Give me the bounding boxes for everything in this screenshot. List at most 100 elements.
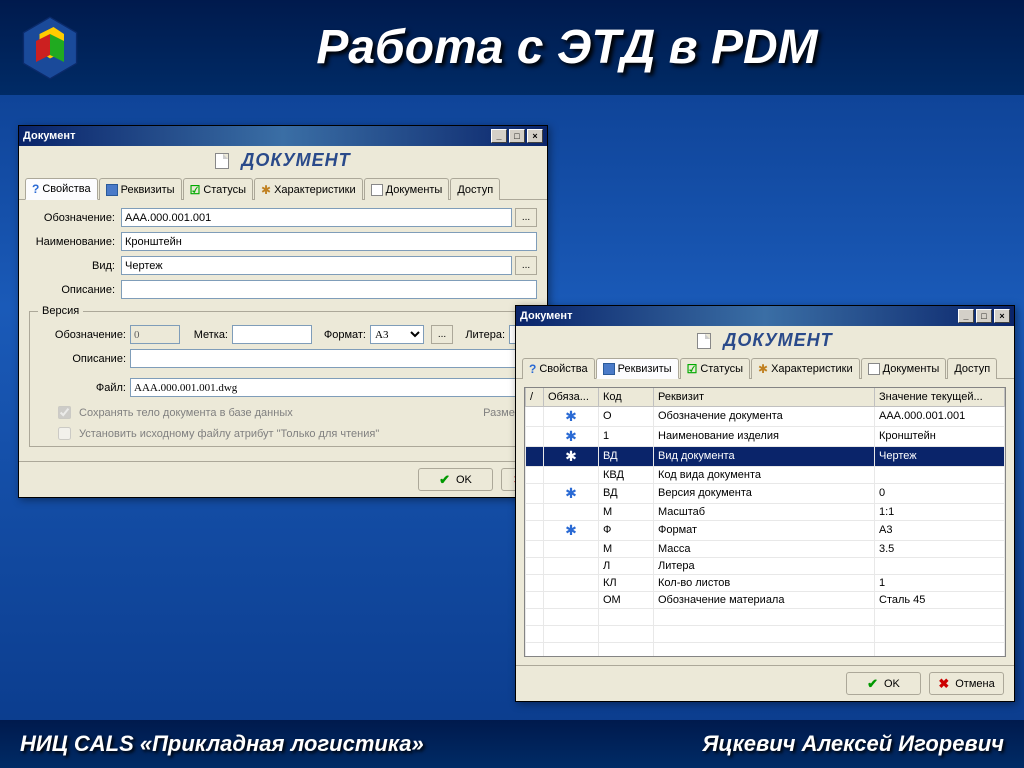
close-button[interactable]: × <box>994 309 1010 323</box>
table-row[interactable]: ✱ФФорматА3 <box>526 520 1005 540</box>
col-mandatory[interactable]: Обяза... <box>544 388 599 406</box>
name-input[interactable] <box>121 232 537 251</box>
mark-input[interactable] <box>232 325 312 344</box>
kind-browse-button[interactable]: ... <box>515 256 537 275</box>
list-icon <box>603 363 615 375</box>
cancel-button[interactable]: ✖Отмена <box>929 672 1004 695</box>
save-body-label: Сохранять тело документа в базе данных <box>79 407 293 419</box>
table-row[interactable]: КВДКод вида документа <box>526 466 1005 483</box>
page-icon <box>868 363 880 375</box>
close-icon: ✖ <box>938 676 949 692</box>
slide-footer: НИЦ CALS «Прикладная логистика» Яцкевич … <box>0 720 1024 768</box>
tab-documents[interactable]: Документы <box>364 178 450 200</box>
question-icon: ? <box>529 362 536 376</box>
slide-title: Работа с ЭТД в PDM <box>125 20 1009 75</box>
panel-requisites: / Обяза... Код Реквизит Значение текущей… <box>516 379 1014 665</box>
document-icon <box>697 333 711 349</box>
panel-properties: Обозначение: ... Наименование: Вид: ... … <box>19 200 547 461</box>
kind-input[interactable] <box>121 256 512 275</box>
page-icon <box>371 184 383 196</box>
ver-description-label: Описание: <box>38 353 126 365</box>
table-row[interactable]: ✱ООбозначение документаААА.000.001.001 <box>526 406 1005 426</box>
check-icon: ☑ <box>190 183 201 197</box>
list-icon <box>106 184 118 196</box>
document-header: ДОКУМЕНТ <box>19 146 547 175</box>
tab-characteristics[interactable]: ✱Характеристики <box>254 178 363 200</box>
tab-properties[interactable]: ?Свойства <box>522 358 595 379</box>
footer-left: НИЦ CALS «Прикладная логистика» <box>20 731 424 757</box>
tabs: ?Свойства Реквизиты ☑Статусы ✱Характерис… <box>516 355 1014 379</box>
description-input[interactable] <box>121 280 537 299</box>
tab-access[interactable]: Доступ <box>450 178 500 200</box>
footer-right: Яцкевич Алексей Игоревич <box>702 731 1004 757</box>
tab-documents[interactable]: Документы <box>861 358 947 379</box>
format-label: Формат: <box>316 329 366 341</box>
save-body-checkbox <box>58 406 71 419</box>
tab-statuses[interactable]: ☑Статусы <box>680 358 750 379</box>
button-row: ✔OK ✖ <box>19 461 547 497</box>
mark-label: Метка: <box>184 329 228 341</box>
ok-button[interactable]: ✔OK <box>418 468 493 491</box>
file-input[interactable] <box>130 378 559 397</box>
maximize-button[interactable]: □ <box>976 309 992 323</box>
maximize-button[interactable]: □ <box>509 129 525 143</box>
readonly-attr-checkbox <box>58 427 71 440</box>
col-requisite[interactable]: Реквизит <box>654 388 875 406</box>
ver-designation-input[interactable] <box>130 325 180 344</box>
designation-browse-button[interactable]: ... <box>515 208 537 227</box>
format-select[interactable]: А3 <box>370 325 424 344</box>
titlebar[interactable]: Документ _ □ × <box>19 126 547 146</box>
window-title: Документ <box>520 310 572 322</box>
tab-access[interactable]: Доступ <box>947 358 997 379</box>
table-row[interactable]: ✱ВДВид документаЧертеж <box>526 446 1005 466</box>
tab-characteristics[interactable]: ✱Характеристики <box>751 358 860 379</box>
window-title: Документ <box>23 130 75 142</box>
window-document-properties: Документ _ □ × ДОКУМЕНТ ?Свойства Реквиз… <box>18 125 548 498</box>
tab-requisites[interactable]: Реквизиты <box>99 178 182 200</box>
designation-label: Обозначение: <box>29 212 121 224</box>
readonly-attr-label: Установить исходному файлу атрибут "Толь… <box>79 428 379 440</box>
name-label: Наименование: <box>29 236 121 248</box>
gear-icon: ✱ <box>758 362 768 376</box>
titlebar[interactable]: Документ _ □ × <box>516 306 1014 326</box>
litera-label: Литера: <box>457 329 505 341</box>
table-row[interactable]: ✱ВДВерсия документа0 <box>526 483 1005 503</box>
file-label: Файл: <box>38 382 126 394</box>
table-row[interactable] <box>526 608 1005 625</box>
tab-requisites[interactable]: Реквизиты <box>596 358 679 379</box>
table-row[interactable]: ММасса3.5 <box>526 540 1005 557</box>
description-label: Описание: <box>29 284 121 296</box>
table-row[interactable]: ЛЛитера <box>526 557 1005 574</box>
minimize-button[interactable]: _ <box>491 129 507 143</box>
question-icon: ? <box>32 182 39 196</box>
version-legend: Версия <box>38 305 83 317</box>
requisites-grid[interactable]: / Обяза... Код Реквизит Значение текущей… <box>524 387 1006 657</box>
table-row[interactable]: ММасштаб1:1 <box>526 503 1005 520</box>
table-row[interactable]: ОМОбозначение материалаСталь 45 <box>526 591 1005 608</box>
close-button[interactable]: × <box>527 129 543 143</box>
button-row: ✔OK ✖Отмена <box>516 665 1014 701</box>
ver-designation-label: Обозначение: <box>38 329 126 341</box>
slide-header: Работа с ЭТД в PDM <box>0 0 1024 95</box>
document-icon <box>215 153 229 169</box>
minimize-button[interactable]: _ <box>958 309 974 323</box>
ok-button[interactable]: ✔OK <box>846 672 921 695</box>
tabs: ?Свойства Реквизиты ☑Статусы ✱Характерис… <box>19 175 547 200</box>
check-icon: ✔ <box>867 676 878 692</box>
window-document-requisites: Документ _ □ × ДОКУМЕНТ ?Свойства Реквиз… <box>515 305 1015 702</box>
version-fieldset: Версия Обозначение: Метка: Формат: А3 ..… <box>29 305 597 447</box>
check-icon: ☑ <box>687 362 698 376</box>
gear-icon: ✱ <box>261 183 271 197</box>
col-value[interactable]: Значение текущей... <box>875 388 1005 406</box>
tab-properties[interactable]: ?Свойства <box>25 178 98 200</box>
table-row[interactable] <box>526 625 1005 642</box>
kind-label: Вид: <box>29 260 121 272</box>
table-row[interactable]: ✱1Наименование изделияКронштейн <box>526 426 1005 446</box>
table-row[interactable] <box>526 642 1005 657</box>
col-flag[interactable]: / <box>526 388 544 406</box>
tab-statuses[interactable]: ☑Статусы <box>183 178 253 200</box>
col-code[interactable]: Код <box>599 388 654 406</box>
designation-input[interactable] <box>121 208 512 227</box>
table-row[interactable]: КЛКол-во листов1 <box>526 574 1005 591</box>
format-browse-button[interactable]: ... <box>431 325 453 344</box>
